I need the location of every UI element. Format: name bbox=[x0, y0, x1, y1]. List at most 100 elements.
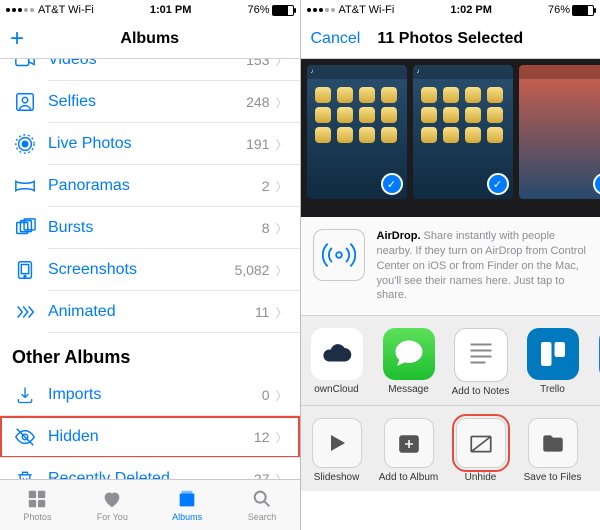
action-slideshow[interactable]: Slideshow bbox=[301, 418, 373, 483]
tab-label: Search bbox=[248, 512, 277, 522]
chevron-right-icon: 〉 bbox=[275, 220, 287, 237]
photo-strip[interactable]: ♪✓ ♪✓ ✓ bbox=[301, 59, 600, 217]
chevron-right-icon: 〉 bbox=[275, 59, 287, 69]
checkmark-icon: ✓ bbox=[381, 173, 403, 195]
chevron-right-icon: 〉 bbox=[275, 387, 287, 404]
selfies-icon bbox=[12, 91, 38, 113]
row-count: 191 bbox=[246, 136, 269, 152]
share-actions-row[interactable]: Slideshow Add to Album Unhide Save to Fi… bbox=[301, 406, 600, 491]
row-label: Imports bbox=[48, 386, 262, 404]
page-title: Albums bbox=[120, 30, 179, 48]
action-add-to-album[interactable]: Add to Album bbox=[373, 418, 445, 483]
savefiles-icon bbox=[528, 418, 578, 468]
row-count: 0 bbox=[262, 387, 270, 403]
media-types-list: Videos 153 〉 Selfies 248 〉 Live Photos 1… bbox=[0, 59, 300, 333]
page-title: 11 Photos Selected bbox=[377, 30, 523, 48]
row-count: 5,082 bbox=[234, 262, 269, 278]
action-label: Save to Files bbox=[524, 472, 582, 483]
share-sheet-screen: AT&T Wi-Fi 1:02 PM 76% Cancel 11 Photos … bbox=[301, 0, 600, 530]
photo-thumbnail[interactable]: ✓ bbox=[519, 65, 600, 199]
tab-search[interactable]: Search bbox=[225, 480, 300, 530]
row-count: 2 bbox=[262, 178, 270, 194]
row-label: Panoramas bbox=[48, 177, 262, 195]
action-unhide[interactable]: Unhide bbox=[445, 418, 517, 483]
airdrop-panel[interactable]: AirDrop. Share instantly with people nea… bbox=[301, 217, 600, 316]
albums-screen: AT&T Wi-Fi 1:01 PM 76% + Albums Videos 1… bbox=[0, 0, 301, 530]
app-label: Add to Notes bbox=[452, 386, 510, 397]
play-icon bbox=[312, 418, 362, 468]
cancel-button[interactable]: Cancel bbox=[311, 30, 361, 48]
import-icon bbox=[12, 385, 38, 405]
chevron-right-icon: 〉 bbox=[275, 178, 287, 195]
other-albums-header: Other Albums bbox=[0, 333, 300, 374]
clock: 1:02 PM bbox=[394, 4, 548, 16]
action-label: Add to Album bbox=[379, 472, 438, 483]
album-row[interactable]: Selfies 248 〉 bbox=[0, 81, 300, 123]
row-label: Videos bbox=[48, 59, 246, 69]
row-count: 153 bbox=[246, 59, 269, 68]
tab-bar: Photos For You Albums Search bbox=[0, 479, 300, 530]
nav-bar: Cancel 11 Photos Selected bbox=[301, 20, 600, 59]
tab-label: For You bbox=[97, 512, 128, 522]
anim-icon bbox=[12, 301, 38, 323]
tab-albums[interactable]: Albums bbox=[150, 480, 225, 530]
row-label: Bursts bbox=[48, 219, 262, 237]
action-duplicate[interactable]: Duplicate bbox=[589, 418, 600, 483]
unhide-icon bbox=[456, 418, 506, 468]
photo-thumbnail[interactable]: ♪✓ bbox=[307, 65, 407, 199]
album-row[interactable]: Live Photos 191 〉 bbox=[0, 123, 300, 165]
row-count: 11 bbox=[255, 304, 270, 320]
app-icon bbox=[311, 328, 363, 380]
tab-photos[interactable]: Photos bbox=[0, 480, 75, 530]
airdrop-text: AirDrop. Share instantly with people nea… bbox=[377, 229, 589, 303]
share-app-add-to-notes[interactable]: Add to Notes bbox=[445, 328, 517, 397]
pano-icon bbox=[12, 175, 38, 197]
action-label: Unhide bbox=[465, 472, 497, 483]
battery-pct: 76% bbox=[548, 4, 570, 16]
album-row-videos[interactable]: Videos 153 〉 bbox=[0, 59, 300, 81]
share-app-owncloud[interactable]: ownCloud bbox=[301, 328, 373, 397]
checkmark-icon: ✓ bbox=[593, 173, 600, 195]
burst-icon bbox=[12, 217, 38, 239]
clock: 1:01 PM bbox=[94, 4, 248, 16]
chevron-right-icon: 〉 bbox=[275, 429, 287, 446]
chevron-right-icon: 〉 bbox=[275, 304, 287, 321]
nav-bar: + Albums bbox=[0, 20, 300, 59]
album-row[interactable]: Panoramas 2 〉 bbox=[0, 165, 300, 207]
row-count: 248 bbox=[246, 94, 269, 110]
chevron-right-icon: 〉 bbox=[275, 136, 287, 153]
hidden-icon bbox=[12, 426, 38, 448]
row-label: Live Photos bbox=[48, 135, 246, 153]
chevron-right-icon: 〉 bbox=[275, 94, 287, 111]
photo-thumbnail[interactable]: ♪✓ bbox=[413, 65, 513, 199]
album-row[interactable]: Bursts 8 〉 bbox=[0, 207, 300, 249]
album-row-hidden[interactable]: Hidden 12 〉 bbox=[0, 416, 300, 458]
app-label: ownCloud bbox=[314, 384, 358, 395]
action-label: Slideshow bbox=[314, 472, 360, 483]
add-button[interactable]: + bbox=[10, 25, 24, 53]
scr-icon bbox=[12, 259, 38, 281]
share-app-facebook[interactable]: Facebook bbox=[589, 328, 600, 397]
app-icon bbox=[527, 328, 579, 380]
album-row-imports[interactable]: Imports 0 〉 bbox=[0, 374, 300, 416]
row-label: Animated bbox=[48, 303, 255, 321]
app-label: Message bbox=[388, 384, 429, 395]
share-app-message[interactable]: Message bbox=[373, 328, 445, 397]
row-count: 8 bbox=[262, 220, 270, 236]
tab-for-you[interactable]: For You bbox=[75, 480, 150, 530]
share-app-trello[interactable]: Trello bbox=[517, 328, 589, 397]
liveph-icon bbox=[12, 133, 38, 155]
share-apps-row[interactable]: ownCloud Message Add to Notes Trello Fac… bbox=[301, 316, 600, 406]
album-row[interactable]: Animated 11 〉 bbox=[0, 291, 300, 333]
chevron-right-icon: 〉 bbox=[275, 262, 287, 279]
app-label: Trello bbox=[540, 384, 565, 395]
carrier-text: AT&T Wi-Fi bbox=[38, 4, 94, 16]
action-save-to-files[interactable]: Save to Files bbox=[517, 418, 589, 483]
airdrop-icon bbox=[313, 229, 365, 281]
video-icon bbox=[12, 59, 38, 71]
app-icon bbox=[454, 328, 508, 382]
tab-label: Photos bbox=[23, 512, 51, 522]
album-row[interactable]: Screenshots 5,082 〉 bbox=[0, 249, 300, 291]
status-bar: AT&T Wi-Fi 1:02 PM 76% bbox=[301, 0, 600, 20]
row-count: 12 bbox=[254, 429, 270, 445]
